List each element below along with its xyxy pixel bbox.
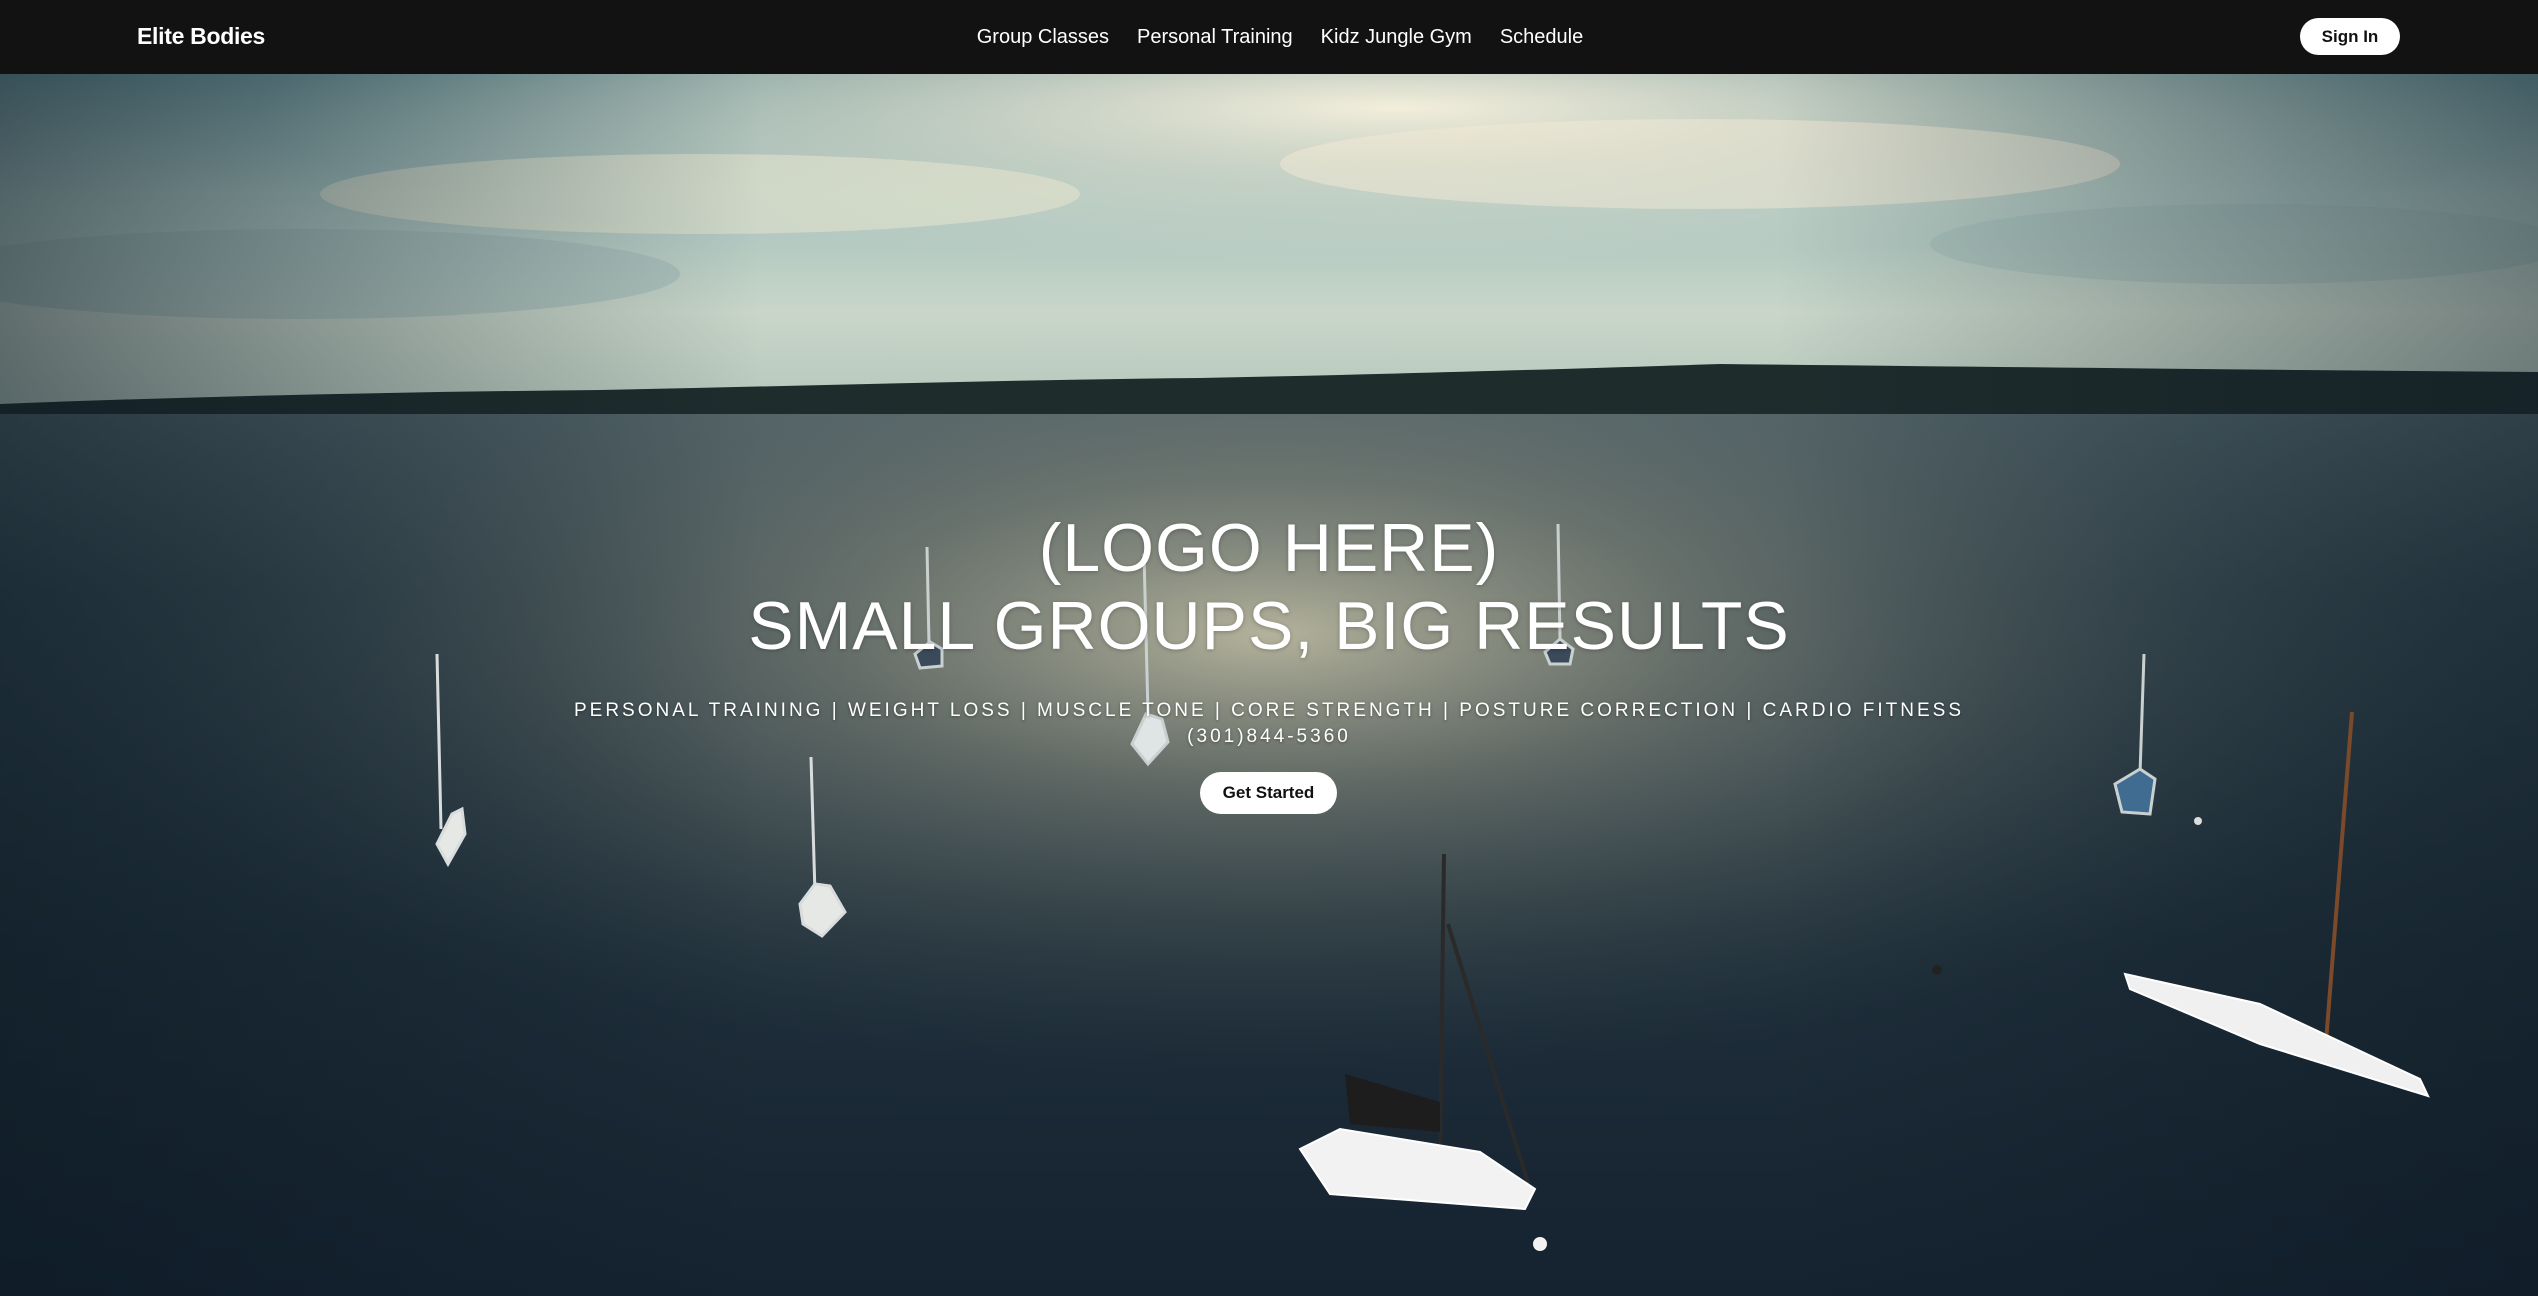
hero-content: (LOGO HERE) SMALL GROUPS, BIG RESULTS PE…: [0, 74, 2538, 1296]
nav-links: Group Classes Personal Training Kidz Jun…: [0, 0, 2538, 74]
get-started-button[interactable]: Get Started: [1200, 772, 1337, 814]
phone-number[interactable]: (301)844-5360: [0, 724, 2538, 750]
hero-headline: SMALL GROUPS, BIG RESULTS: [748, 588, 1790, 664]
nav-link-personal-training[interactable]: Personal Training: [1137, 26, 1293, 49]
nav-link-group-classes[interactable]: Group Classes: [977, 26, 1109, 49]
sign-in-button[interactable]: Sign In: [2300, 18, 2400, 55]
hero-section: (LOGO HERE) SMALL GROUPS, BIG RESULTS PE…: [0, 74, 2538, 1296]
brand-logo[interactable]: Elite Bodies: [137, 0, 265, 74]
nav-link-kidz-jungle-gym[interactable]: Kidz Jungle Gym: [1321, 26, 1472, 49]
services-list: PERSONAL TRAINING | WEIGHT LOSS | MUSCLE…: [573, 700, 1965, 721]
logo-placeholder: (LOGO HERE): [1038, 510, 1500, 586]
nav-link-schedule[interactable]: Schedule: [1500, 26, 1583, 49]
top-navbar: Elite Bodies Group Classes Personal Trai…: [0, 0, 2538, 74]
